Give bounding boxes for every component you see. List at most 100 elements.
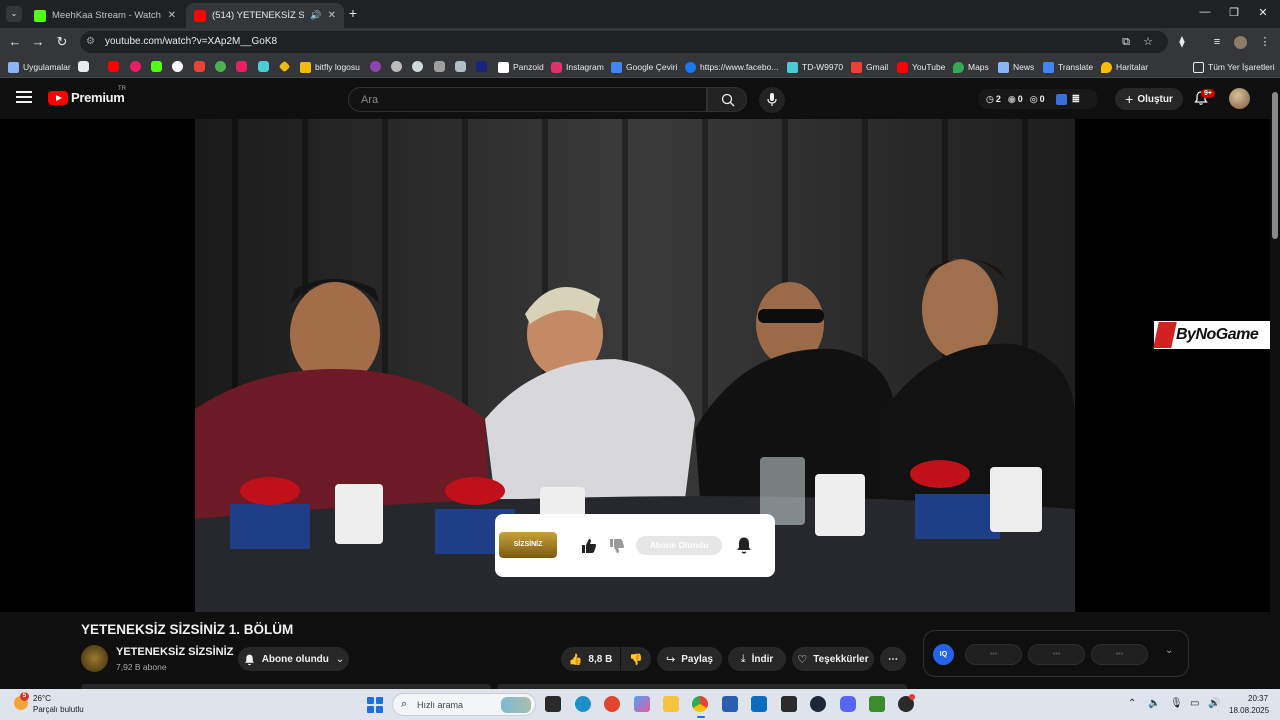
bookmark-maps[interactable]: Maps (953, 60, 989, 74)
iq-badge[interactable]: IQ (933, 644, 954, 665)
bookmark-star-icon[interactable]: ☆ (1141, 35, 1155, 49)
profile-icon[interactable] (1234, 36, 1247, 49)
task-view-icon[interactable] (545, 696, 561, 712)
windows-start-icon[interactable] (367, 697, 383, 713)
display-icon[interactable]: ▭ (1190, 698, 1199, 709)
create-button[interactable]: + Oluştur (1115, 88, 1183, 110)
youtube-premium-logo[interactable]: Premium TR (48, 86, 126, 105)
share-button[interactable]: ↪ Paylaş (657, 647, 722, 671)
clock-time[interactable]: 20:37 (1248, 694, 1268, 703)
bookmark-td-w9970[interactable]: TD-W9970 (787, 60, 843, 74)
dislike-button[interactable]: 👎 (621, 647, 651, 671)
reload-button[interactable]: ↻ (54, 34, 70, 50)
bookmark-news[interactable]: News (998, 60, 1034, 74)
youtube-bookmark-icon[interactable] (108, 61, 119, 72)
edge-icon[interactable] (575, 696, 591, 712)
epic-games-icon[interactable] (781, 696, 797, 712)
ext-slot-1[interactable]: ••• (965, 644, 1022, 665)
pink-bookmark-icon[interactable] (236, 61, 247, 72)
red-app-icon[interactable] (604, 696, 620, 712)
browser-tab-kick[interactable]: MeehKaa Stream - Watch Live o ✕ (26, 3, 184, 28)
new-tab-button[interactable]: + (346, 5, 360, 21)
calculator-icon[interactable] (722, 696, 738, 712)
channel-avatar[interactable] (81, 645, 108, 672)
account-avatar[interactable] (1229, 88, 1250, 109)
bookmark-panzoid[interactable]: Panzoid (498, 60, 544, 74)
address-bar[interactable]: ⚙ youtube.com/watch?v=XAp2M__GoK8 (80, 31, 1168, 53)
weather-temperature[interactable]: 26°C (33, 694, 51, 703)
thumbs-down-icon[interactable] (608, 537, 626, 555)
binance-bookmark-icon[interactable] (278, 60, 291, 73)
red-circle-bookmark-icon[interactable] (130, 61, 141, 72)
close-window-button[interactable]: ✕ (1248, 6, 1278, 19)
channel-name[interactable]: YETENEKSİZ SİZSİNİZ (116, 646, 233, 658)
kick-bookmark-icon[interactable] (151, 61, 162, 72)
bookmark-youtube[interactable]: YouTube (897, 60, 945, 74)
chrome-icon[interactable] (692, 696, 708, 712)
extension-stats[interactable]: ◷ 2 ◉ 0 ◎ 0 ≣ (978, 89, 1098, 109)
minimize-button[interactable]: — (1190, 6, 1220, 18)
chevron-up-icon[interactable]: ⌃ (1128, 698, 1136, 709)
bookmark-instagram[interactable]: Instagram (551, 60, 604, 74)
popup-subscribed-button[interactable]: Abone Olundu (636, 536, 722, 555)
clock-date[interactable]: 18.08.2025 (1229, 706, 1269, 715)
steam-icon[interactable] (810, 696, 826, 712)
more-actions-button[interactable]: ⋯ (880, 647, 906, 671)
bookmark-translate[interactable]: Translate (1043, 60, 1093, 74)
ext-slot-2[interactable]: ••• (1028, 644, 1085, 665)
subscribed-button[interactable]: Abone olundu ⌄ (238, 647, 349, 671)
forward-button[interactable]: → (30, 34, 46, 50)
bookmark-haritalar[interactable]: Haritalar (1101, 60, 1148, 74)
purple-bookmark-icon[interactable] (370, 61, 381, 72)
steam-bookmark-icon[interactable] (412, 61, 423, 72)
grid-icon[interactable] (78, 61, 89, 72)
restore-button[interactable]: ❐ (1219, 6, 1249, 19)
microphone-icon[interactable]: 🎙 (1170, 698, 1183, 709)
like-button[interactable]: 👍 8,8 B (561, 647, 620, 671)
bookmark-apps[interactable]: Uygulamalar (8, 60, 71, 74)
bookmark-bitfly[interactable]: bitfly logosu (300, 60, 360, 74)
thanks-button[interactable]: ♡ Teşekkürler (792, 647, 874, 671)
taskbar-search-box[interactable]: ⌕ Hızlı arama (392, 693, 536, 716)
bookmark-google-ceviri[interactable]: Google Çeviri (611, 60, 678, 74)
site-info-icon[interactable]: ⚙ (86, 36, 98, 48)
helmet-bookmark-icon[interactable] (434, 61, 445, 72)
browser-tab-youtube[interactable]: (514) YETENEKSİZ SİZSİNİZ 🔊 ✕ (186, 3, 344, 28)
hamburger-menu-icon[interactable] (16, 91, 32, 105)
close-icon[interactable]: ✕ (168, 10, 176, 21)
speaker-icon[interactable]: 🔊 (310, 10, 321, 21)
scrollbar-thumb[interactable] (1272, 92, 1278, 239)
globe-bookmark-icon[interactable] (391, 61, 402, 72)
extensions-icon[interactable]: ⧫ (1175, 35, 1189, 49)
minecraft-icon[interactable] (869, 696, 885, 712)
chevron-down-icon[interactable]: ⌄ (1165, 645, 1173, 656)
gmail-bookmark-icon[interactable] (194, 61, 205, 72)
search-button[interactable] (707, 87, 747, 112)
download-button[interactable]: ⤓ İndir (728, 647, 786, 671)
bird-bookmark-icon[interactable] (258, 61, 269, 72)
chrome-bookmark-icon[interactable] (215, 61, 226, 72)
thumbs-up-icon[interactable] (580, 537, 598, 555)
voice-search-button[interactable] (759, 87, 785, 113)
speaker-icon[interactable]: 🔈 (1148, 698, 1160, 709)
file-explorer-icon[interactable] (663, 696, 679, 712)
ext-slot-3[interactable]: ••• (1091, 644, 1148, 665)
volume-icon[interactable]: 🔊 (1208, 698, 1220, 709)
bell-icon[interactable] (734, 535, 754, 555)
google-bookmark-icon[interactable] (172, 61, 183, 72)
screen-bookmark-icon[interactable] (455, 61, 466, 72)
bookmark-gmail[interactable]: Gmail (851, 60, 888, 74)
back-button[interactable]: ← (7, 34, 23, 50)
bookmark-facebook[interactable]: https://www.facebo... (685, 60, 778, 74)
copilot-icon[interactable] (634, 696, 650, 712)
tab-search-button[interactable]: ⌄ (6, 6, 22, 22)
search-input[interactable] (349, 88, 706, 111)
close-icon[interactable]: ✕ (328, 10, 336, 21)
all-bookmarks-folder[interactable]: Tüm Yer İşaretleri (1193, 60, 1275, 74)
discord-icon[interactable] (840, 696, 856, 712)
outlook-icon[interactable] (751, 696, 767, 712)
browser-menu-icon[interactable]: ⋮ (1258, 35, 1272, 49)
tab-groups-icon[interactable]: ≡ (1210, 35, 1224, 49)
install-app-icon[interactable]: ⧉ (1119, 35, 1133, 49)
weather-description[interactable]: Parçalı bulutlu (33, 705, 84, 714)
